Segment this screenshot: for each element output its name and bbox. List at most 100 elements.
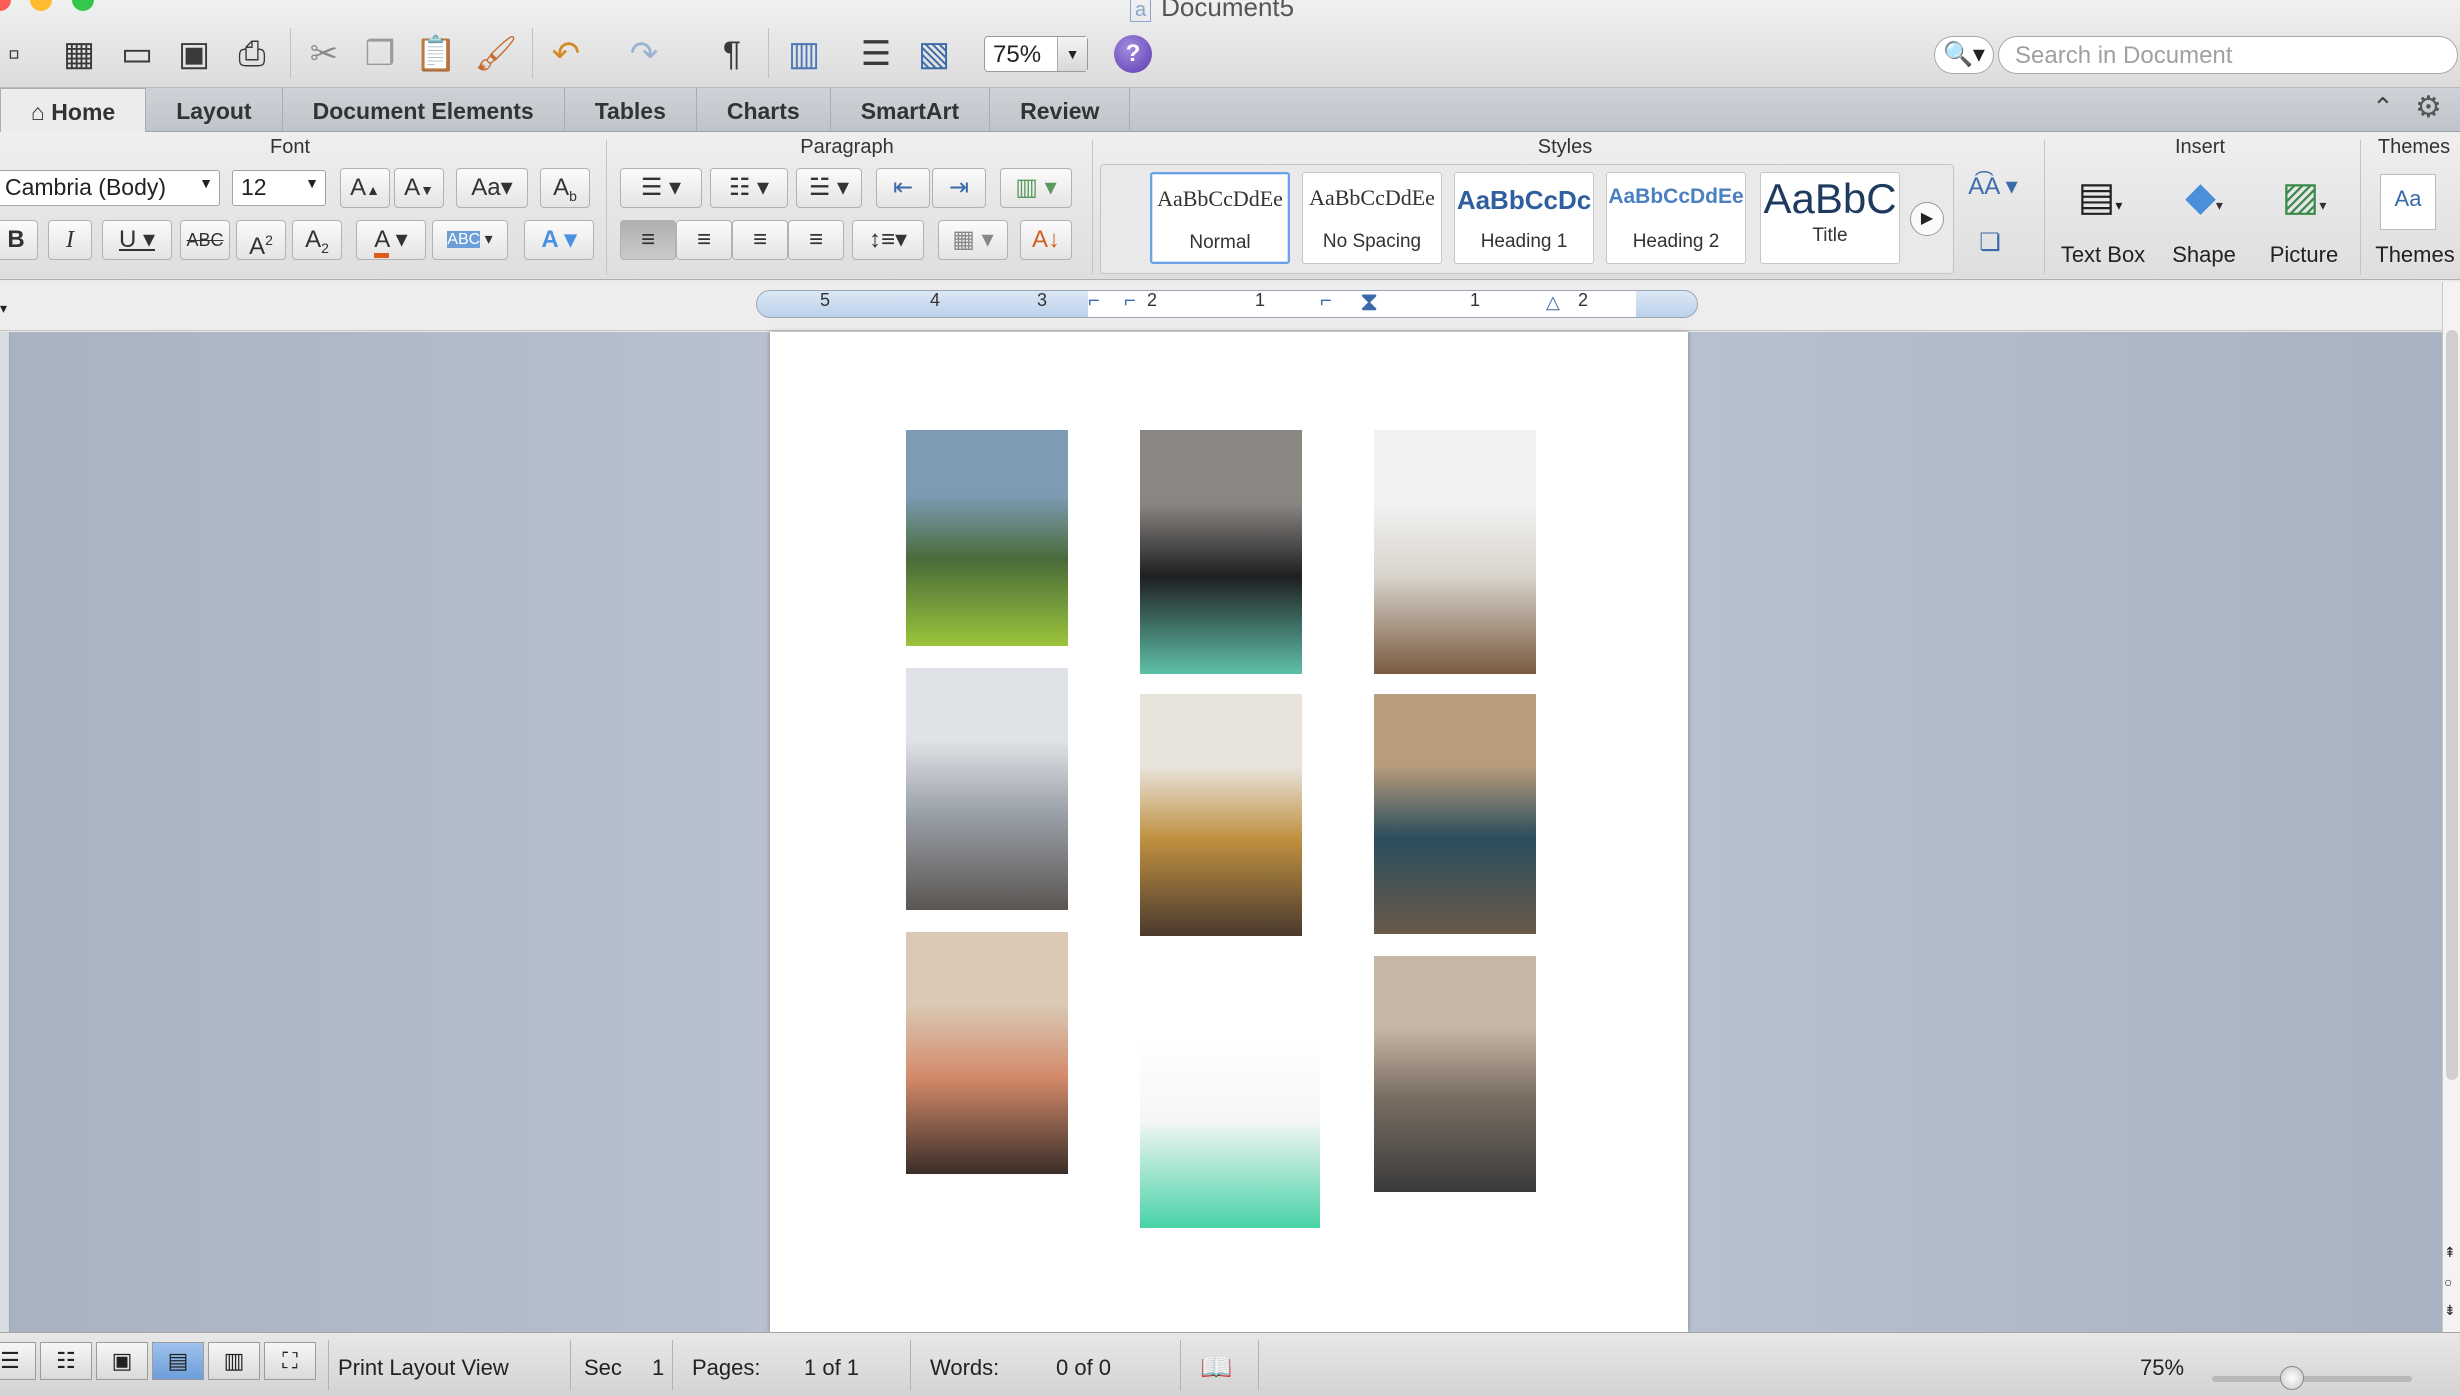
sort-button[interactable]: A↓ bbox=[1020, 220, 1072, 260]
tab-charts[interactable]: Charts bbox=[697, 88, 831, 132]
tab-tables[interactable]: Tables bbox=[565, 88, 697, 132]
print-layout-view-icon[interactable]: ▤ bbox=[152, 1342, 204, 1380]
templates-icon[interactable]: ▦ bbox=[55, 30, 103, 78]
style-no-spacing[interactable]: AaBbCcDdEe No Spacing bbox=[1302, 172, 1442, 264]
cut-icon[interactable]: ✂ bbox=[300, 30, 348, 78]
strikethrough-button[interactable]: ABC bbox=[180, 220, 230, 260]
style-normal[interactable]: AaBbCcDdEe Normal bbox=[1150, 172, 1290, 264]
text-box-label[interactable]: Text Box bbox=[2050, 242, 2156, 268]
change-styles-button[interactable]: A͡A ▾ bbox=[1962, 168, 2024, 208]
pineapple-table-photo[interactable] bbox=[1140, 694, 1302, 936]
chevron-down-icon[interactable]: ▼ bbox=[199, 175, 213, 191]
proofing-status-icon[interactable]: 📖 bbox=[1200, 1352, 1232, 1383]
picture-icon[interactable]: ▨▾ bbox=[2264, 174, 2344, 234]
tab-home[interactable]: ⌂ Home bbox=[0, 88, 147, 133]
close-window-icon[interactable] bbox=[0, 0, 11, 11]
shrink-font-button[interactable]: A▼ bbox=[394, 168, 444, 208]
pilcrow-icon[interactable]: ¶ bbox=[708, 30, 756, 78]
align-center-button[interactable]: ≡ bbox=[676, 220, 732, 260]
zoom-slider-handle[interactable] bbox=[2280, 1366, 2304, 1390]
notebook-view-icon[interactable]: ▥ bbox=[208, 1342, 260, 1380]
borders-button[interactable]: ▦ ▾ bbox=[938, 220, 1008, 260]
picture-label[interactable]: Picture bbox=[2264, 242, 2344, 268]
tab-layout[interactable]: Layout bbox=[146, 88, 283, 132]
minimize-window-icon[interactable] bbox=[30, 0, 52, 11]
publishing-view-icon[interactable]: ▣ bbox=[96, 1342, 148, 1380]
multilevel-list-button[interactable]: ☱ ▾ bbox=[796, 168, 862, 208]
tab-stop-icon[interactable]: ⌐ bbox=[1088, 290, 1100, 313]
superscript-button[interactable]: A2 bbox=[236, 220, 286, 260]
media-browser-icon[interactable]: ▧ bbox=[910, 30, 958, 78]
mountain-meadow-photo[interactable] bbox=[906, 430, 1068, 646]
zoom-select[interactable]: 75% ▼ bbox=[984, 36, 1088, 72]
zoom-window-icon[interactable] bbox=[72, 0, 94, 11]
paste-icon[interactable]: 📋 bbox=[412, 30, 460, 78]
focus-view-icon[interactable]: ⛶ bbox=[264, 1342, 316, 1380]
save-icon[interactable]: ▣ bbox=[170, 30, 218, 78]
themes-label[interactable]: Themes bbox=[2370, 242, 2460, 268]
styles-pane-icon[interactable]: ❏ bbox=[1968, 224, 2012, 264]
text-effects-button[interactable]: A ▾ bbox=[524, 220, 594, 260]
text-box-icon[interactable]: ▤▾ bbox=[2060, 174, 2140, 234]
style-title[interactable]: AaBbC Title bbox=[1760, 172, 1900, 264]
indent-marker-icon[interactable]: ⧗ bbox=[1360, 286, 1378, 318]
style-heading-1[interactable]: AaBbCcDc Heading 1 bbox=[1454, 172, 1594, 264]
undo-icon[interactable]: ↶ bbox=[542, 30, 590, 78]
scrollbar-thumb[interactable] bbox=[2446, 330, 2458, 1080]
decrease-indent-button[interactable]: ⇤ bbox=[876, 168, 930, 208]
view-icon[interactable]: ☰ bbox=[852, 30, 900, 78]
dog-tug-toy-photo[interactable] bbox=[1140, 430, 1302, 674]
grow-font-button[interactable]: A▲ bbox=[340, 168, 390, 208]
two-women-table-photo[interactable] bbox=[906, 932, 1068, 1174]
open-icon[interactable]: ▭ bbox=[113, 30, 161, 78]
help-icon[interactable]: ? bbox=[1114, 35, 1152, 73]
gear-icon[interactable]: ⚙ bbox=[2415, 90, 2442, 125]
next-page-icon[interactable]: ⇟ bbox=[2444, 1302, 2456, 1319]
font-name-field[interactable]: Cambria (Body) ▼ bbox=[0, 170, 220, 206]
bullets-button[interactable]: ☰ ▾ bbox=[620, 168, 702, 208]
columns-button[interactable]: ▥ ▾ bbox=[1000, 168, 1072, 208]
shape-icon[interactable]: ◆▾ bbox=[2164, 174, 2244, 234]
redo-icon[interactable]: ↷ bbox=[620, 30, 668, 78]
tab-stop-icon[interactable]: ⌐ bbox=[1124, 290, 1136, 313]
hallway-photo[interactable] bbox=[906, 668, 1068, 910]
new-document-icon[interactable]: ▫ bbox=[0, 30, 38, 78]
tab-selector-icon[interactable]: ▾ bbox=[0, 300, 7, 317]
highlight-button[interactable]: ABC ▾ bbox=[432, 220, 508, 260]
green-pouch-photo[interactable] bbox=[1140, 958, 1320, 1228]
sidebar-icon[interactable]: ▥ bbox=[780, 30, 828, 78]
increase-indent-button[interactable]: ⇥ bbox=[932, 168, 986, 208]
italic-button[interactable]: I bbox=[48, 220, 92, 260]
collapse-ribbon-icon[interactable]: ⌃ bbox=[2372, 92, 2394, 123]
tab-stop-icon[interactable]: ⌐ bbox=[1320, 290, 1332, 313]
chandelier-room-photo[interactable] bbox=[1374, 430, 1536, 674]
themes-icon[interactable]: Aa bbox=[2380, 174, 2436, 230]
change-case-button[interactable]: Aa▾ bbox=[456, 168, 528, 208]
subscript-button[interactable]: A2 bbox=[292, 220, 342, 260]
tab-document-elements[interactable]: Document Elements bbox=[283, 88, 565, 132]
clear-formatting-button[interactable]: Ab bbox=[540, 168, 590, 208]
line-spacing-button[interactable]: ↕≡▾ bbox=[852, 220, 924, 260]
style-heading-2[interactable]: AaBbCcDdEe Heading 2 bbox=[1606, 172, 1746, 264]
align-left-button[interactable]: ≡ bbox=[620, 220, 676, 260]
underline-button[interactable]: U ▾ bbox=[102, 220, 172, 260]
street-walk-photo[interactable] bbox=[1374, 956, 1536, 1192]
print-icon[interactable]: ⎙ bbox=[228, 30, 276, 78]
draft-view-icon[interactable]: ☰ bbox=[0, 1342, 36, 1380]
font-size-field[interactable]: 12 ▼ bbox=[232, 170, 326, 206]
justify-button[interactable]: ≡ bbox=[788, 220, 844, 260]
chevron-down-icon[interactable]: ▼ bbox=[305, 175, 319, 191]
browse-object-icon[interactable]: ○ bbox=[2444, 1274, 2452, 1290]
right-indent-icon[interactable]: △ bbox=[1546, 292, 1560, 313]
bold-button[interactable]: B bbox=[0, 220, 38, 260]
numbering-button[interactable]: ☷ ▾ bbox=[710, 168, 788, 208]
shape-label[interactable]: Shape bbox=[2164, 242, 2244, 268]
copy-icon[interactable]: ❐ bbox=[356, 30, 404, 78]
chevron-down-icon[interactable]: ▼ bbox=[1057, 37, 1087, 71]
search-input[interactable]: Search in Document bbox=[1998, 36, 2458, 74]
align-right-button[interactable]: ≡ bbox=[732, 220, 788, 260]
font-color-button[interactable]: A ▾ bbox=[356, 220, 426, 260]
tab-review[interactable]: Review bbox=[990, 88, 1131, 132]
outline-view-icon[interactable]: ☷ bbox=[40, 1342, 92, 1380]
search-icon[interactable]: 🔍▾ bbox=[1934, 36, 1994, 74]
